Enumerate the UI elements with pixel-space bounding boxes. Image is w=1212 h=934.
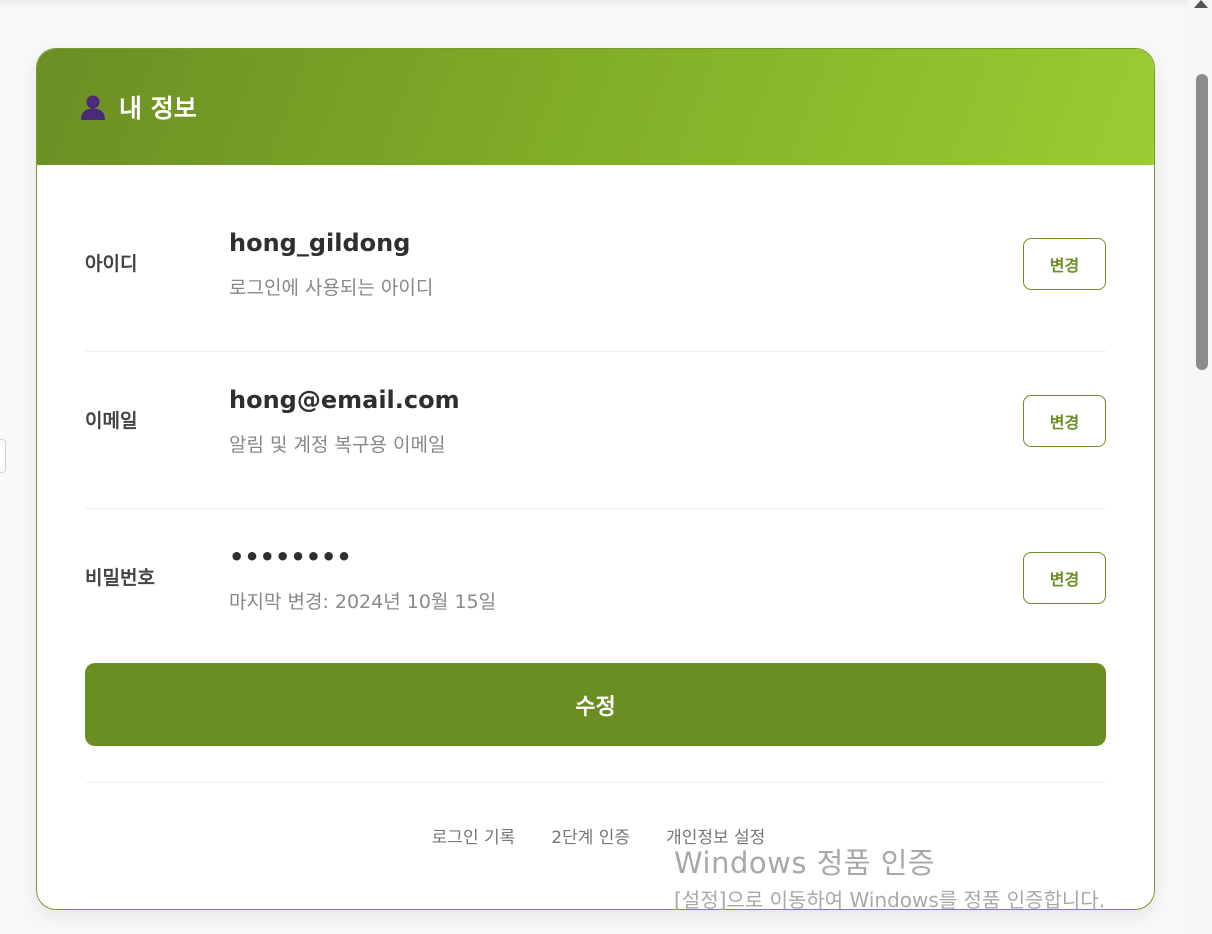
- change-id-button[interactable]: 변경: [1023, 238, 1106, 290]
- submit-button[interactable]: 수정: [85, 663, 1106, 746]
- change-password-button[interactable]: 변경: [1023, 552, 1106, 604]
- windows-activation-watermark: Windows 정품 인증 [설정]으로 이동하여 Windows를 정품 인증…: [674, 840, 1154, 914]
- top-shadow: [0, 0, 1188, 10]
- two-factor-link[interactable]: 2단계 인증: [551, 823, 630, 848]
- side-tab-handle[interactable]: [0, 439, 6, 473]
- divider: [85, 782, 1106, 783]
- field-label: 아이디: [85, 253, 138, 275]
- field-row-email: 이메일 hong@email.com 알림 및 계정 복구용 이메일 변경: [85, 352, 1106, 509]
- card-body: 아이디 hong_gildong 로그인에 사용되는 아이디 변경 이메일 ho…: [37, 165, 1154, 848]
- field-description: 알림 및 계정 복구용 이메일: [229, 434, 446, 456]
- field-row-password: 비밀번호 •••••••• 마지막 변경: 2024년 10월 15일 변경: [85, 509, 1106, 659]
- change-email-button[interactable]: 변경: [1023, 395, 1106, 447]
- profile-card: 내 정보 아이디 hong_gildong 로그인에 사용되는 아이디 변경 이…: [36, 48, 1155, 910]
- field-value: hong@email.com: [229, 386, 460, 414]
- card-header: 내 정보: [37, 49, 1154, 165]
- watermark-description: [설정]으로 이동하여 Windows를 정품 인증합니다.: [674, 888, 1106, 912]
- vertical-scrollbar[interactable]: [1188, 0, 1212, 934]
- field-value: ••••••••: [229, 543, 352, 571]
- field-value: hong_gildong: [229, 229, 411, 257]
- field-row-id: 아이디 hong_gildong 로그인에 사용되는 아이디 변경: [85, 195, 1106, 352]
- login-history-link[interactable]: 로그인 기록: [432, 823, 516, 848]
- scroll-thumb[interactable]: [1196, 74, 1208, 370]
- scroll-up-arrow-icon[interactable]: [1194, 0, 1208, 8]
- watermark-title: Windows 정품 인증: [674, 846, 936, 880]
- field-label: 비밀번호: [85, 567, 155, 589]
- user-icon: [79, 93, 107, 121]
- field-label: 이메일: [85, 410, 138, 432]
- field-description: 마지막 변경: 2024년 10월 15일: [229, 591, 497, 613]
- field-description: 로그인에 사용되는 아이디: [229, 277, 434, 299]
- page-title: 내 정보: [119, 94, 197, 123]
